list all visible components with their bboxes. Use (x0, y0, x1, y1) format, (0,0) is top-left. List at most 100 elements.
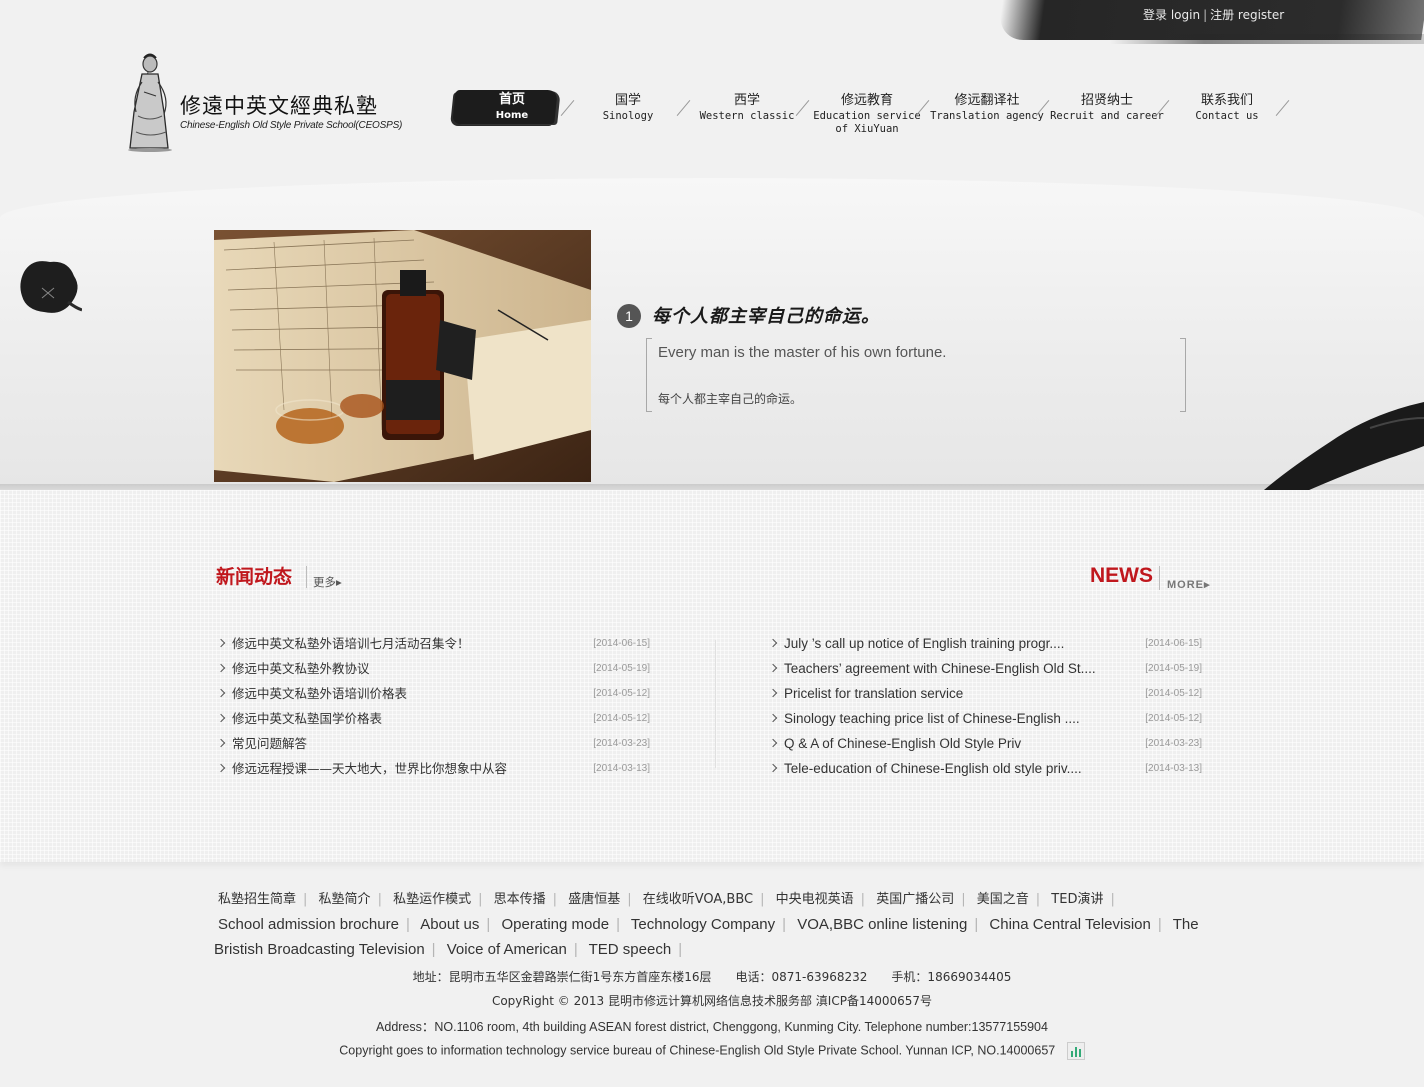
footer-copyright-cn: CopyRight © 2013 昆明市修远计算机网络信息技术服务部 滇ICP备… (491, 994, 933, 1008)
news-item[interactable]: July ’s call up notice of English traini… (768, 634, 1204, 659)
nav-home[interactable]: 首页 Home (452, 88, 575, 136)
nav-label-en: Recruit and career (1050, 110, 1164, 122)
header-divider (1159, 566, 1160, 590)
footer-link[interactable]: 在线收听VOA,BBC (643, 892, 753, 907)
footer-link[interactable]: 美国之音 (977, 892, 1029, 907)
slide-number-badge[interactable]: 1 (617, 304, 641, 328)
footer-link[interactable]: TED speech (589, 941, 672, 958)
news-item[interactable]: 修远中英文私塾外语培训价格表 [2014-05-12] (216, 684, 652, 709)
news-date: [2014-03-23] (593, 738, 650, 749)
news-cn-more-link[interactable]: 更多▸ (313, 574, 342, 590)
footer-address-en: Address：NO.1106 room, 4th building ASEAN… (376, 1020, 1048, 1034)
footer-link[interactable]: 思本传播 (494, 892, 546, 907)
footer-link[interactable]: The (1173, 916, 1199, 933)
link-separator: | (478, 892, 483, 907)
stats-bar (1070, 1051, 1073, 1057)
nav-label-cn: 招贤纳士 (1080, 93, 1133, 108)
news-cn-list: 修远中英文私塾外语培训七月活动召集令！ [2014-06-15] 修远中英文私塾外… (216, 634, 652, 784)
cnzz-stats-icon[interactable] (1066, 1042, 1085, 1060)
top-ink-trail (1110, 34, 1424, 44)
footer-link[interactable]: TED演讲 (1051, 892, 1103, 907)
register-link[interactable]: 注册 register (1210, 8, 1284, 22)
news-date: [2014-05-12] (1145, 713, 1202, 724)
logo-title-cn: 修遠中英文經典私塾 (180, 94, 378, 118)
link-separator: | (1110, 892, 1115, 907)
confucius-figure-icon (128, 53, 172, 152)
news-item[interactable]: Sinology teaching price list of Chinese-… (768, 709, 1204, 734)
banner-quote-en: Every man is the master of his own fortu… (658, 344, 947, 361)
nav-recruit-career[interactable]: 招贤纳士 Recruit and career (1047, 88, 1170, 136)
footer-link[interactable]: 私塾运作模式 (393, 892, 471, 907)
nav-sinology[interactable]: 国学 Sinology (568, 88, 691, 136)
news-item[interactable]: Teachers’ agreement with Chinese-English… (768, 659, 1204, 684)
footer-link[interactable]: China Central Television (989, 916, 1150, 933)
nav-education-service[interactable]: 修远教育 Education service of XiuYuan (807, 88, 930, 136)
news-date: [2014-05-19] (593, 663, 650, 674)
banner-image (214, 230, 591, 482)
footer-links-en-2: Bristish Broadcasting Television | Voice … (214, 937, 1204, 962)
footer-link[interactable]: Voice of American (447, 941, 567, 958)
nav-label-cn: 联系我们 (1200, 93, 1253, 108)
news-item[interactable]: 常见问题解答 [2014-03-23] (216, 734, 652, 759)
nav-label-cn: 国学 (614, 93, 641, 108)
ink-blob-prev-icon[interactable] (18, 258, 82, 316)
site-logo[interactable]: 修遠中英文經典私塾 Chinese-English Old Style Priv… (122, 52, 442, 154)
news-title: 修远远程授课——天大地大，世界比你想象中从容 (232, 761, 508, 776)
footer-link[interactable]: 私塾招生简章 (218, 892, 296, 907)
footer-link[interactable]: Bristish Broadcasting Television (214, 941, 425, 958)
news-title: 修远中英文私塾外教协议 (232, 661, 370, 676)
news-item[interactable]: Tele-education of Chinese-English old st… (768, 759, 1204, 784)
news-item[interactable]: Pricelist for translation service [2014-0… (768, 684, 1204, 709)
quote-bracket-left (646, 338, 652, 412)
link-separator: | (860, 892, 866, 907)
stats-bar (1078, 1049, 1081, 1057)
nav-label-en: Contact us (1195, 110, 1259, 122)
nav-western-classic[interactable]: 西学 Western classic (687, 88, 810, 136)
link-separator: | (760, 892, 765, 907)
footer-link[interactable]: About us (420, 916, 479, 933)
chevron-right-icon (768, 713, 778, 723)
footer-link[interactable]: 英国广播公司 (876, 892, 954, 907)
footer-link[interactable]: 私塾简介 (319, 892, 371, 907)
link-separator: | (1035, 892, 1041, 907)
news-date: [2014-05-19] (1145, 663, 1202, 674)
link-separator: | (961, 892, 966, 907)
chevron-right-icon (768, 763, 778, 773)
news-title: 常见问题解答 (232, 736, 308, 751)
footer-link[interactable]: Technology Company (631, 916, 775, 933)
news-date: [2014-05-12] (593, 688, 650, 699)
link-separator: | (486, 916, 491, 933)
nav-translation-agency[interactable]: 修远翻译社 Translation agency (927, 88, 1050, 136)
footer-link[interactable]: VOA,BBC online listening (797, 916, 967, 933)
footer-link[interactable]: 盛唐恒基 (568, 892, 620, 907)
nav-label-en: Home (495, 110, 529, 121)
footer-link[interactable]: School admission brochure (218, 916, 399, 933)
news-en-more-link[interactable]: MORE▸ (1167, 578, 1211, 591)
news-date: [2014-05-12] (1145, 688, 1202, 699)
footer-link[interactable]: 中央电视英语 (776, 892, 854, 907)
caret-right-icon: ▸ (336, 575, 342, 589)
nav-contact-us[interactable]: 联系我们 Contact us (1167, 88, 1290, 136)
footer-link[interactable]: Operating mode (501, 916, 609, 933)
news-item[interactable]: 修远远程授课——天大地大，世界比你想象中从容 [2014-03-13] (216, 759, 652, 784)
link-separator: | (974, 916, 979, 933)
nav-label-en: Western classic (699, 110, 795, 122)
chevron-right-icon (216, 663, 226, 673)
whisky-ledger-photo (214, 230, 591, 482)
nav-label-en: Sinology (602, 110, 654, 122)
nav-label-cn: 修远教育 (840, 93, 893, 108)
news-item[interactable]: 修远中英文私塾外教协议 [2014-05-19] (216, 659, 652, 684)
link-separator: | (1157, 916, 1162, 933)
more-label: MORE (1167, 579, 1204, 591)
chevron-right-icon (768, 638, 778, 648)
logo-title-en: Chinese-English Old Style Private School… (180, 120, 403, 131)
chevron-right-icon (768, 688, 778, 698)
news-item[interactable]: Q & A of Chinese-English Old Style Priv [… (768, 734, 1204, 759)
nav-label-en: Translation agency (930, 110, 1044, 122)
login-link[interactable]: 登录 login (1143, 8, 1200, 22)
news-item[interactable]: 修远中英文私塾外语培训七月活动召集令！ [2014-06-15] (216, 634, 652, 659)
main-nav: 首页 Home 国学 Sinology 西学 Western classic 修… (452, 88, 1312, 138)
news-item[interactable]: 修远中英文私塾国学价格表 [2014-05-12] (216, 709, 652, 734)
footer-links-cn: 私塾招生简章 | 私塾简介 | 私塾运作模式 | 思本传播 | 盛唐恒基 | 在线收听VO… (214, 888, 1204, 912)
link-separator: | (627, 892, 632, 907)
